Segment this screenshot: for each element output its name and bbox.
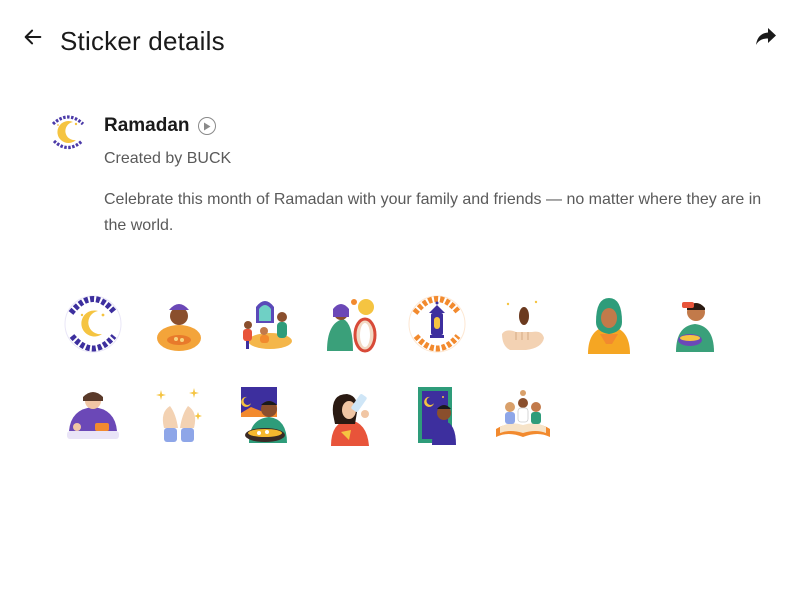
back-button[interactable] (18, 22, 48, 52)
pack-name: Ramadan (104, 115, 190, 136)
sticker-details-screen: Sticker details Ramadan Created by BUCK … (0, 0, 800, 600)
sticker-grid (50, 278, 750, 462)
family-reading-quran-sticker[interactable] (480, 370, 566, 462)
share-arrow-icon (756, 28, 776, 45)
arrow-left-icon (24, 29, 42, 45)
share-button[interactable] (752, 22, 780, 50)
family-gathering-sticker[interactable] (222, 278, 308, 370)
ramadan-berkah-sticker[interactable] (50, 278, 136, 370)
woman-in-hijab-sticker[interactable] (566, 278, 652, 370)
man-with-bowl-sticker[interactable] (652, 278, 738, 370)
pack-description: Celebrate this month of Ramadan with you… (104, 191, 762, 234)
drum-player-sticker[interactable] (308, 278, 394, 370)
pack-name-row: Ramadan (104, 114, 216, 138)
person-with-bowl-sticker[interactable] (136, 278, 222, 370)
play-icon (203, 122, 211, 130)
pack-creator: Created by BUCK (104, 150, 232, 167)
boy-at-window-sticker[interactable] (394, 370, 480, 462)
play-preview-button[interactable] (197, 117, 216, 135)
page-title: Sticker details (60, 26, 225, 56)
man-with-food-plate-sticker[interactable] (222, 370, 308, 462)
hand-with-date-sticker[interactable] (480, 278, 566, 370)
praying-hands-sticker[interactable] (136, 370, 222, 462)
woman-drinking-sticker[interactable] (308, 370, 394, 462)
selamat-idulfitri-sticker[interactable] (394, 278, 480, 370)
pack-icon (46, 110, 90, 154)
person-at-table-sticker[interactable] (50, 370, 136, 462)
